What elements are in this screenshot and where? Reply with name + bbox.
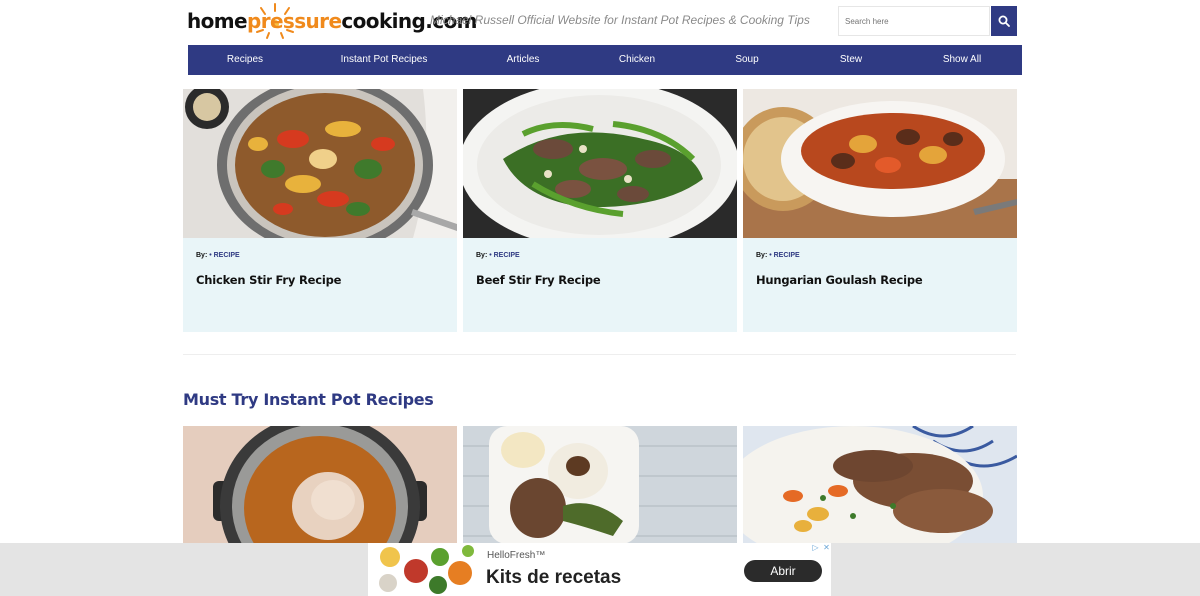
- search-button[interactable]: [991, 6, 1017, 36]
- section-title: Must Try Instant Pot Recipes: [183, 390, 434, 409]
- recipe-image-salisbury-steak[interactable]: [463, 426, 737, 544]
- recipe-card[interactable]: By: • RECIPE Hungarian Goulash Recipe: [743, 89, 1017, 332]
- recipe-card[interactable]: By: • RECIPE Chicken Stir Fry Recipe: [183, 89, 457, 332]
- ad-close-icon[interactable]: ✕: [822, 543, 831, 552]
- ad-headline[interactable]: Kits de recetas: [486, 567, 621, 589]
- search-icon: [998, 15, 1010, 27]
- card-meta: By: • RECIPE: [756, 252, 800, 259]
- recipe-image-pot-roast-vegetables[interactable]: [743, 426, 1017, 544]
- logo-cooking: cooking: [341, 9, 426, 33]
- site-tagline: Michael Russell Official Website for Ins…: [430, 13, 810, 27]
- card-author-label: By:: [196, 252, 208, 259]
- card-author-label: By:: [476, 252, 488, 259]
- ad-banner[interactable]: HelloFresh™ Kits de recetas Abrir ▷ ✕: [368, 543, 831, 596]
- card-author-label: By:: [756, 252, 768, 259]
- card-title[interactable]: Beef Stir Fry Recipe: [476, 273, 601, 287]
- main-nav: Recipes Instant Pot Recipes Articles Chi…: [188, 45, 1022, 75]
- ad-choices[interactable]: ▷ ✕: [811, 543, 831, 553]
- nav-item-recipes[interactable]: Recipes: [227, 45, 263, 75]
- nav-item-show-all[interactable]: Show All: [943, 45, 981, 75]
- card-title[interactable]: Hungarian Goulash Recipe: [756, 273, 923, 287]
- ad-info-icon[interactable]: ▷: [811, 543, 820, 552]
- card-category-link[interactable]: • RECIPE: [209, 252, 239, 259]
- recipe-image-instant-pot-roast[interactable]: [183, 426, 457, 544]
- card-meta: By: • RECIPE: [196, 252, 240, 259]
- ad-image[interactable]: [368, 543, 478, 596]
- nav-item-stew[interactable]: Stew: [840, 45, 862, 75]
- page: homepressurecooking.com Michael Russell …: [0, 0, 1200, 596]
- nav-item-chicken[interactable]: Chicken: [619, 45, 655, 75]
- nav-item-instant-pot-recipes[interactable]: Instant Pot Recipes: [341, 45, 428, 75]
- recipe-image-hungarian-goulash[interactable]: [743, 89, 1017, 238]
- nav-item-soup[interactable]: Soup: [735, 45, 758, 75]
- logo-pressure: pressure: [246, 9, 342, 33]
- recipe-image-beef-stir-fry[interactable]: [463, 89, 737, 238]
- nav-item-articles[interactable]: Articles: [507, 45, 540, 75]
- card-category-link[interactable]: • RECIPE: [769, 252, 799, 259]
- logo-home: home: [187, 9, 248, 33]
- ad-sponsor: HelloFresh™: [487, 550, 546, 561]
- recipe-image-chicken-stir-fry[interactable]: [183, 89, 457, 238]
- search-input[interactable]: [838, 6, 990, 36]
- card-meta: By: • RECIPE: [476, 252, 520, 259]
- ad-open-button[interactable]: Abrir: [744, 560, 822, 582]
- card-title[interactable]: Chicken Stir Fry Recipe: [196, 273, 341, 287]
- card-category-link[interactable]: • RECIPE: [489, 252, 519, 259]
- recipe-card[interactable]: By: • RECIPE Beef Stir Fry Recipe: [463, 89, 737, 332]
- site-header: homepressurecooking.com Michael Russell …: [187, 0, 1017, 44]
- section-divider: [183, 354, 1016, 355]
